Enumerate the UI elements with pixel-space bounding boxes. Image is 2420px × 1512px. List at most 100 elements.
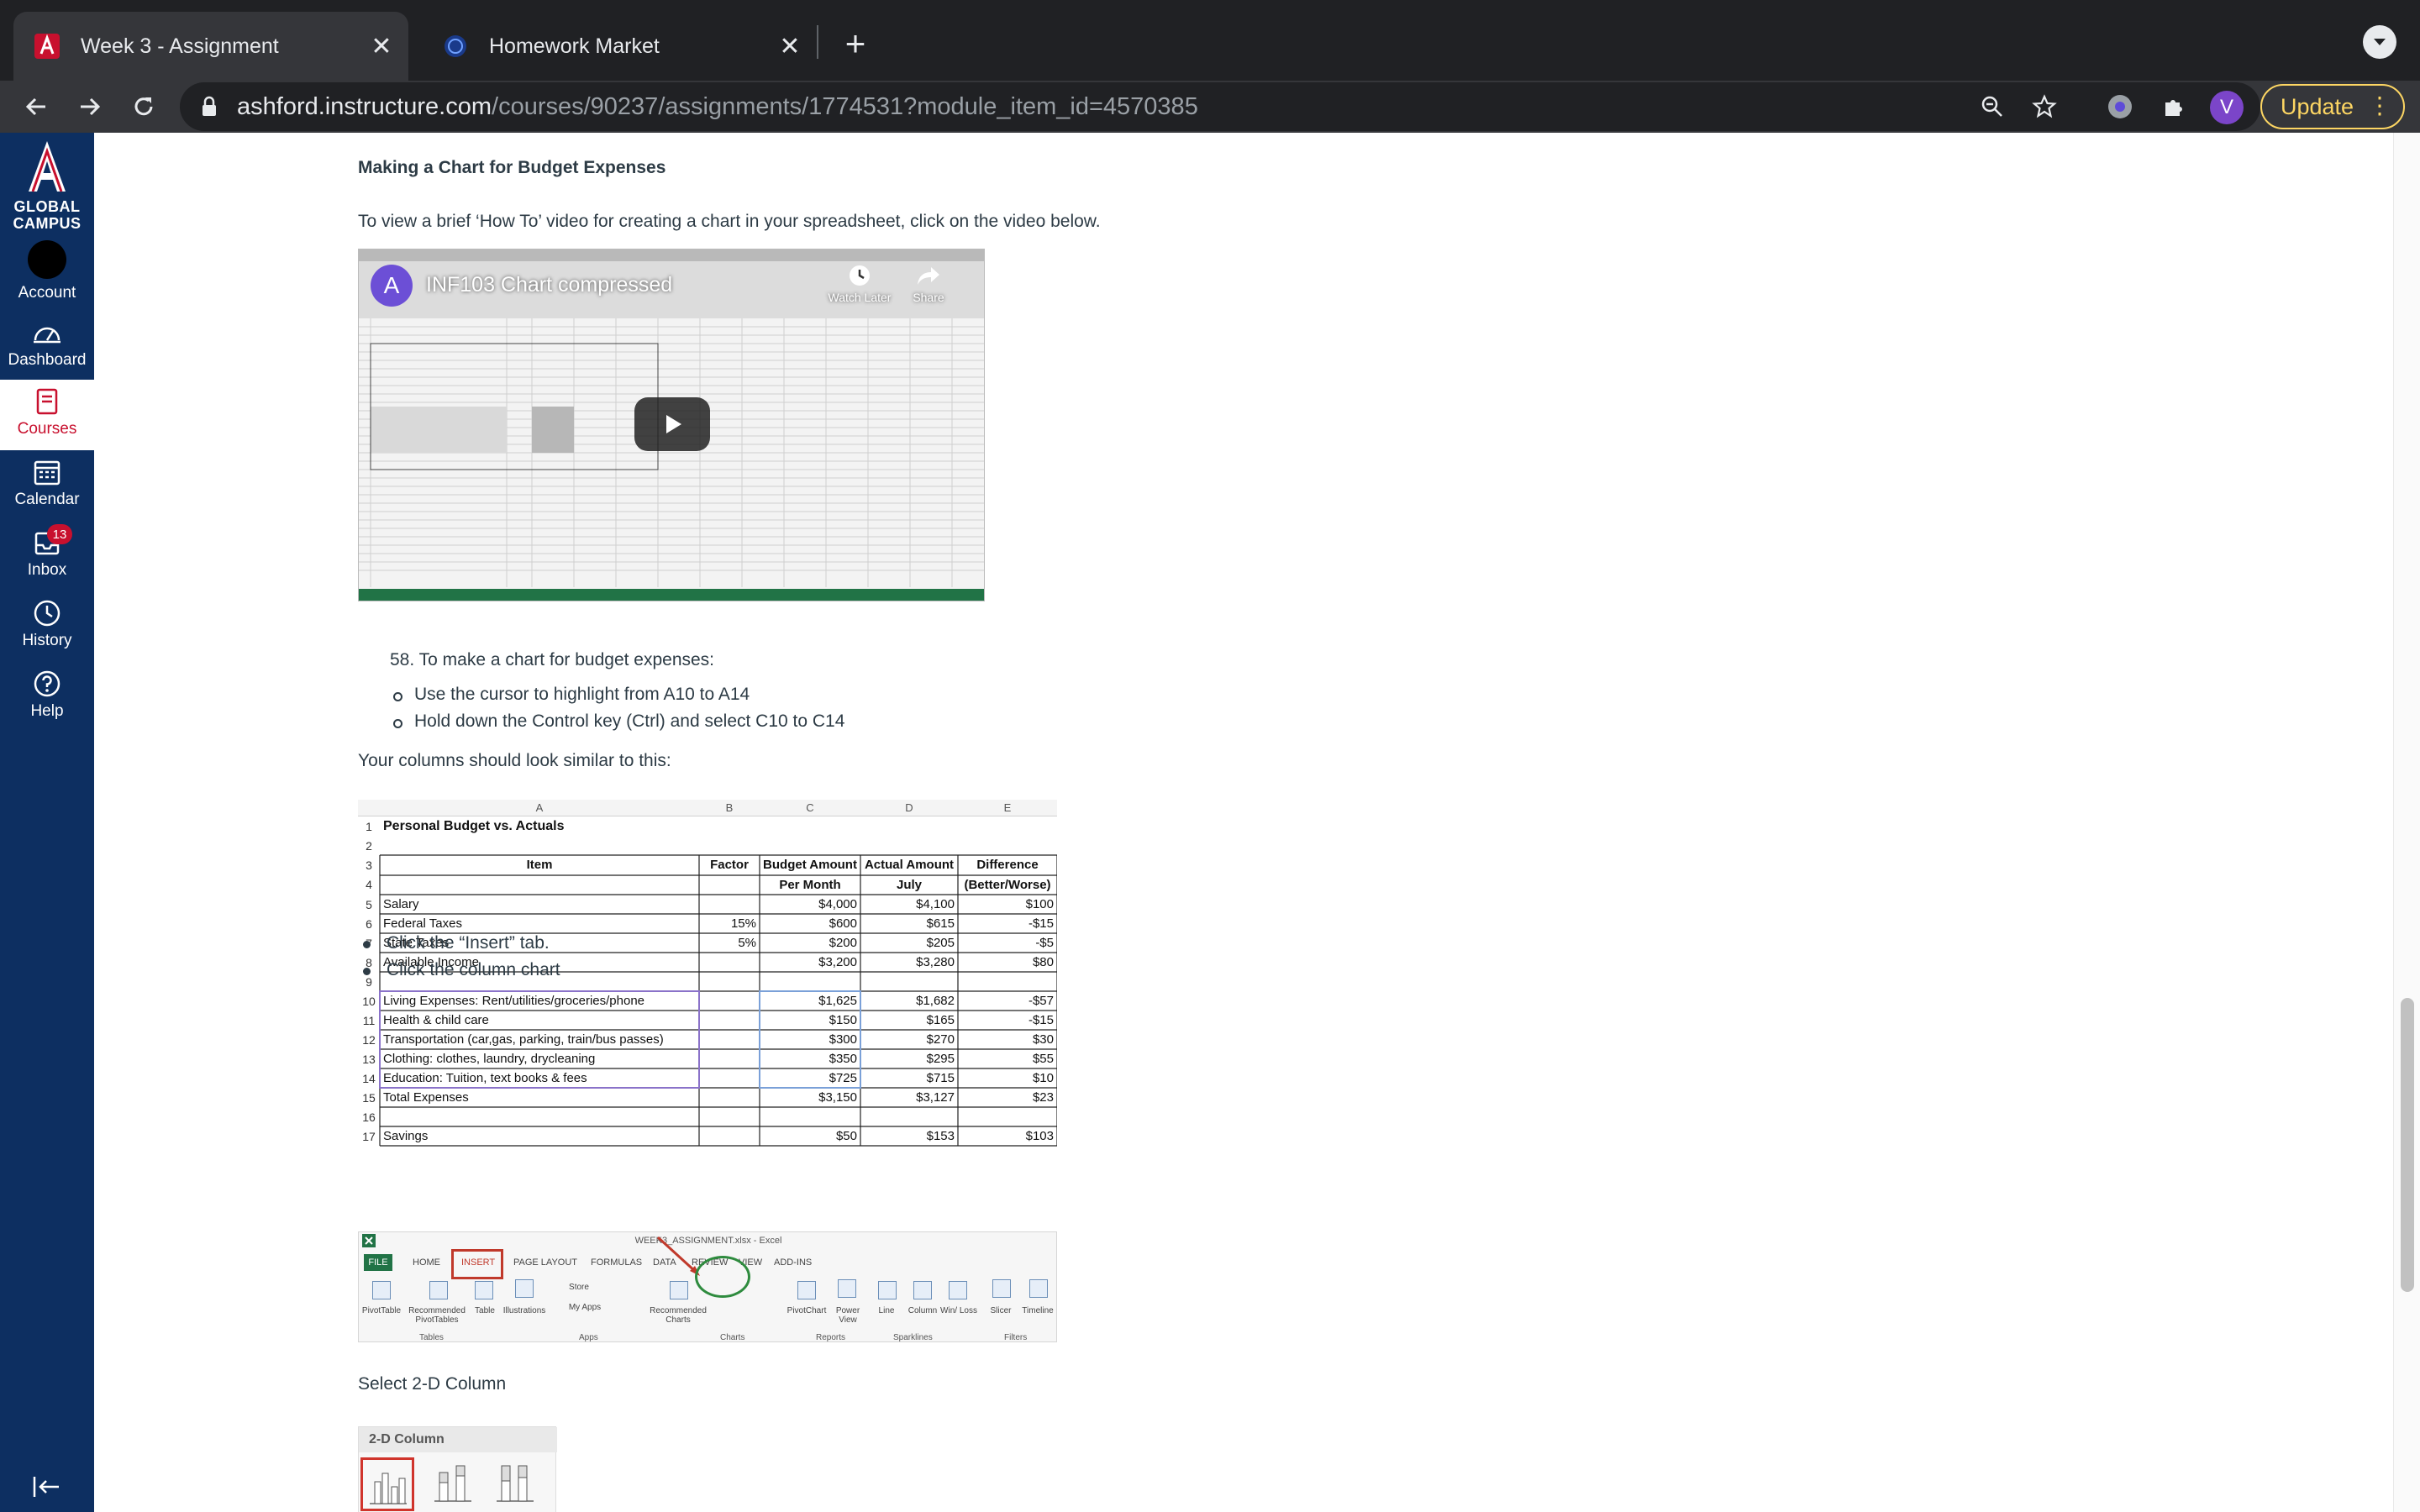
cell-difference: $103 — [1025, 1129, 1054, 1143]
cell-factor — [699, 1107, 760, 1126]
row-number: 8 — [366, 956, 372, 969]
assignment-content: Making a Chart for Budget Expenses To vi… — [94, 133, 2393, 1512]
cell-factor — [699, 991, 760, 1011]
back-arrow-icon[interactable] — [15, 86, 57, 128]
nav-courses[interactable]: Courses — [0, 380, 94, 450]
page-scrollbar[interactable] — [2393, 133, 2420, 1512]
row-number: 10 — [362, 995, 376, 1008]
extensions-puzzle-icon[interactable] — [2156, 89, 2191, 124]
nav-help[interactable]: Help — [0, 665, 94, 734]
cell-difference: -$15 — [1028, 916, 1054, 931]
cell-difference: $55 — [1032, 1052, 1054, 1066]
tab-separator — [817, 25, 818, 59]
cell-actual: $153 — [926, 1129, 955, 1143]
row-number: 1 — [366, 820, 372, 833]
tab-week3-assignment[interactable]: Week 3 - Assignment ✕ — [13, 12, 408, 81]
collapse-nav-icon[interactable] — [29, 1468, 66, 1505]
lock-icon[interactable] — [200, 95, 218, 118]
row-number: 4 — [366, 878, 372, 891]
sparklines-group-label: Sparklines — [893, 1333, 933, 1342]
header-factor: Factor — [710, 858, 749, 872]
row-number: 16 — [362, 1110, 376, 1124]
sub-step-2: Hold down the Control key (Ctrl) and sel… — [414, 711, 845, 731]
video-embed[interactable]: A INF103 Chart compressed Watch Later Sh… — [358, 249, 985, 601]
row-number: 3 — [366, 858, 372, 872]
cell-actual: $3,127 — [916, 1090, 955, 1105]
cell-difference: $100 — [1025, 897, 1054, 911]
row-number: 5 — [366, 898, 372, 911]
columns-note: Your columns should look similar to this… — [358, 751, 671, 770]
line-label: Line — [878, 1306, 895, 1315]
row-number: 12 — [362, 1033, 376, 1047]
calendar-icon — [0, 454, 94, 491]
sheet-title: Personal Budget vs. Actuals — [383, 819, 565, 833]
cell-factor — [699, 1126, 760, 1146]
nav-calendar-label: Calendar — [14, 491, 80, 508]
account-avatar-icon — [28, 240, 66, 279]
table-icon — [475, 1281, 493, 1299]
bullet-circle — [393, 692, 402, 701]
bullet-dot — [363, 968, 371, 975]
global-campus-logo[interactable]: GLOBAL CAMPUS — [0, 136, 94, 237]
nav-inbox[interactable]: 13 Inbox — [0, 524, 94, 593]
cell-budget: $150 — [829, 1013, 857, 1027]
row-number: 11 — [362, 1014, 376, 1027]
play-button[interactable] — [634, 397, 710, 451]
zoom-icon[interactable] — [1973, 87, 2012, 126]
video-channel-avatar[interactable]: A — [371, 265, 413, 307]
nav-account[interactable]: Account — [0, 239, 94, 309]
cell-budget: $50 — [835, 1129, 857, 1143]
forward-arrow-icon[interactable] — [69, 86, 111, 128]
column-label: Column — [908, 1306, 938, 1315]
cell-factor — [699, 953, 760, 972]
play-icon — [666, 415, 681, 433]
url-path: /courses/90237/assignments/1774531?modul… — [492, 92, 1198, 120]
cell-item — [383, 1107, 697, 1126]
excel-tab-home: HOME — [413, 1257, 440, 1268]
nav-history[interactable]: History — [0, 595, 94, 664]
close-tab-icon[interactable]: ✕ — [775, 31, 805, 61]
cell-item: Salary — [383, 897, 419, 911]
new-tab-icon[interactable]: + — [835, 24, 876, 64]
illustrations-icon — [515, 1279, 534, 1298]
row-number: 6 — [366, 917, 372, 931]
cell-actual: $3,280 — [916, 955, 955, 969]
address-bar[interactable]: ashford.instructure.com/courses/90237/as… — [180, 82, 2260, 131]
reload-icon[interactable] — [123, 86, 165, 128]
courses-icon — [0, 383, 94, 420]
kebab-menu-icon[interactable]: ⋮ — [2368, 94, 2391, 118]
tab-homework-market[interactable]: Homework Market ✕ — [422, 12, 817, 81]
nav-dashboard[interactable]: Dashboard — [0, 314, 94, 383]
watch-later-label: Watch Later — [828, 291, 892, 304]
share-arrow-icon — [918, 267, 939, 285]
tab-search-dropdown-icon[interactable] — [2363, 25, 2396, 59]
logo-text: GLOBAL CAMPUS — [13, 198, 82, 232]
share-button[interactable]: Share — [895, 263, 962, 304]
nav-calendar[interactable]: Calendar — [0, 454, 94, 522]
globe-icon — [442, 33, 469, 60]
close-tab-icon[interactable]: ✕ — [366, 31, 397, 61]
global-navigation: GLOBAL CAMPUS Account Dashboard Courses … — [0, 133, 94, 1512]
row-number: 9 — [366, 975, 372, 989]
clustered-column-icon — [370, 1473, 407, 1504]
watch-later-button[interactable]: Watch Later — [826, 263, 893, 304]
update-button[interactable]: Update ⋮ — [2260, 84, 2405, 129]
cell-actual — [860, 972, 958, 991]
recommended-charts-icon — [670, 1281, 688, 1299]
cell-difference: $10 — [1032, 1071, 1054, 1085]
winloss-label: Win/ Loss — [940, 1306, 977, 1315]
cell-budget — [760, 972, 860, 991]
help-icon — [0, 665, 94, 702]
scrollbar-thumb[interactable] — [2401, 998, 2414, 1292]
excel-tab-page-layout: PAGE LAYOUT — [513, 1257, 578, 1268]
cell-actual: $4,100 — [916, 897, 955, 911]
video-thumbnail-statusbar — [359, 589, 984, 601]
profile-avatar[interactable]: V — [2210, 91, 2244, 124]
video-title[interactable]: INF103 Chart compressed — [426, 273, 672, 297]
bookmark-star-icon[interactable] — [2025, 87, 2064, 126]
reports-group-label: Reports — [816, 1333, 846, 1342]
browser-toolbar: ashford.instructure.com/courses/90237/as… — [0, 81, 2420, 133]
insert-tab-highlight — [451, 1249, 503, 1279]
extension-circle-icon[interactable] — [2102, 89, 2138, 124]
illustrations-label: Illustrations — [502, 1306, 546, 1315]
